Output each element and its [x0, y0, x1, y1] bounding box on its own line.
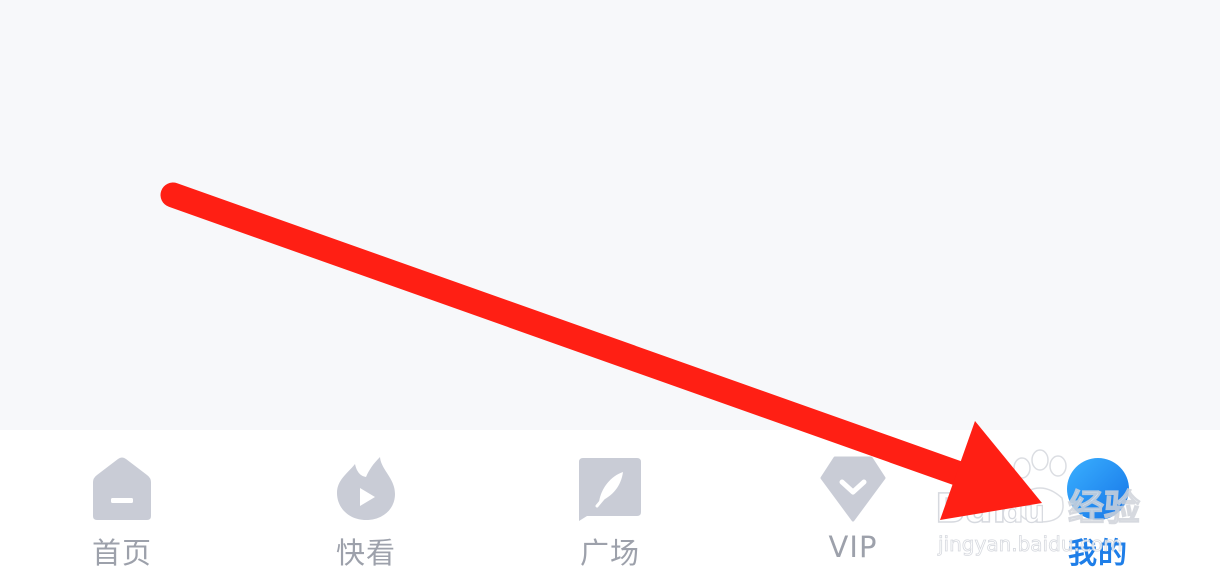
- flame-play-icon: [337, 457, 395, 520]
- tab-vip-label: VIP: [828, 530, 878, 564]
- tab-quick-label: 快看: [335, 536, 396, 570]
- tab-square-label: 广场: [579, 536, 640, 570]
- tab-square[interactable]: 广场: [525, 430, 695, 583]
- tab-home-label: 首页: [91, 536, 152, 570]
- profile-icon: [1067, 458, 1129, 520]
- tab-mine[interactable]: 我的: [1013, 430, 1183, 583]
- tab-mine-label: 我的: [1067, 536, 1128, 570]
- tab-quick[interactable]: 快看: [281, 430, 451, 583]
- vip-shield-icon: [820, 456, 886, 522]
- tab-home[interactable]: 首页: [37, 430, 207, 583]
- home-icon: [93, 457, 151, 520]
- tab-vip[interactable]: VIP: [768, 430, 938, 583]
- feather-icon: [579, 458, 641, 521]
- bottom-tab-bar: 首页 快看 广场 VIP 我的: [0, 430, 1220, 583]
- content-area: [0, 0, 1220, 430]
